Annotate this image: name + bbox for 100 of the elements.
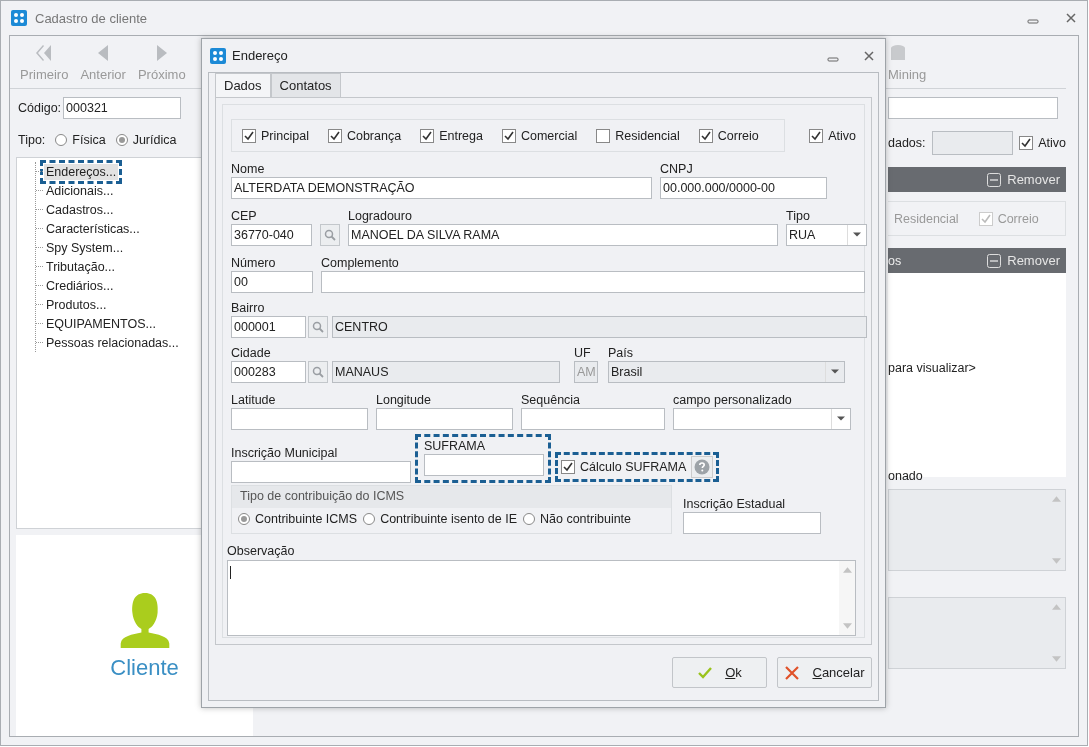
tree-item[interactable]: Adicionais... [44, 182, 116, 199]
search-button[interactable] [320, 224, 340, 246]
help-button[interactable] [691, 456, 714, 478]
street-field[interactable]: MANOEL DA SILVA RAMA [348, 224, 778, 246]
checkbox-label[interactable]: Cobrança [346, 128, 402, 143]
checkbox[interactable] [420, 128, 435, 143]
scroll-up-icon[interactable] [1052, 496, 1061, 502]
number-field[interactable]: 00 [231, 271, 313, 293]
text-area[interactable] [888, 597, 1066, 669]
checkbox-label[interactable]: Comercial [520, 128, 578, 143]
dados-field[interactable] [931, 131, 1014, 155]
cnpj-field[interactable]: 00.000.000/0000-00 [660, 177, 827, 199]
close-icon[interactable] [863, 49, 875, 62]
search-icon [312, 321, 324, 333]
code-label: Código: [18, 101, 62, 115]
municipal-registration-field[interactable] [231, 461, 411, 483]
tree-item[interactable]: Tributação... [44, 258, 117, 275]
cross-icon [784, 664, 801, 681]
field-label: Complemento [321, 256, 400, 270]
checkbox[interactable] [978, 211, 993, 226]
state-field: AM [574, 361, 598, 383]
radio-label[interactable]: Não contribuinte [540, 512, 632, 526]
checkbox-label[interactable]: Residencial [615, 128, 680, 143]
scroll-up-icon[interactable] [842, 567, 852, 573]
checkbox-label[interactable]: Ativo [828, 128, 856, 143]
type-dropdown[interactable]: RUA [786, 224, 867, 246]
ok-button[interactable]: Ok [672, 657, 767, 688]
checkbox[interactable] [698, 128, 713, 143]
dados-label: dados: [888, 136, 926, 150]
radio-label[interactable]: Contribuinte isento de IE [380, 512, 517, 526]
checkbox[interactable] [242, 128, 256, 143]
name-field[interactable]: ALTERDATA DEMONSTRAÇÃO [231, 177, 652, 199]
search-button[interactable] [308, 316, 328, 338]
longitude-field[interactable] [376, 408, 513, 430]
radio-button[interactable] [238, 513, 250, 525]
text-field[interactable] [888, 97, 1058, 119]
radio-button[interactable] [363, 513, 376, 525]
state-registration-field[interactable] [683, 512, 821, 534]
tree-item[interactable]: Crediários... [44, 277, 116, 294]
checkbox[interactable] [327, 128, 342, 143]
radio-button[interactable] [115, 134, 128, 146]
scroll-down-icon[interactable] [1052, 656, 1061, 662]
sequence-field[interactable] [521, 408, 665, 430]
scroll-up-icon[interactable] [1052, 604, 1061, 610]
suframa-field[interactable] [424, 454, 544, 476]
field-label: campo personalizado [673, 393, 793, 407]
scroll-down-icon[interactable] [842, 623, 852, 629]
field-label: Número [231, 256, 277, 270]
checkbox-label[interactable]: Cálculo SUFRAMA [580, 460, 687, 474]
country-dropdown[interactable]: Brasil [608, 361, 845, 383]
tree-item[interactable]: EQUIPAMENTOS... [44, 315, 158, 332]
remove-button[interactable]: Remover [981, 253, 1066, 268]
dialog-title: Endereço [232, 48, 288, 63]
checkbox[interactable] [1019, 136, 1034, 150]
tree-item[interactable]: Produtos... [44, 296, 109, 313]
radio-label[interactable]: Física [72, 133, 106, 147]
latitude-field[interactable] [231, 408, 368, 430]
custom-dropdown[interactable] [673, 408, 851, 430]
checkbox-label[interactable]: Correio [717, 128, 759, 143]
tree-item[interactable]: Características... [44, 220, 142, 237]
code-field[interactable]: 000321 [63, 97, 182, 119]
remove-button[interactable]: Remover [981, 172, 1066, 187]
checkbox[interactable] [809, 128, 824, 143]
radio-button[interactable] [523, 513, 535, 525]
radio-label[interactable]: Jurídica [132, 133, 177, 147]
field-label: Logradouro [348, 209, 413, 223]
complement-field[interactable] [321, 271, 865, 293]
tab[interactable]: Dados [215, 73, 271, 97]
field-label: Bairro [231, 301, 266, 315]
checkbox-label[interactable]: Principal [261, 128, 309, 143]
field-label: Nome [231, 162, 266, 176]
app-logo-icon [210, 47, 226, 64]
tree-item[interactable]: Spy System... [44, 239, 126, 256]
scroll-down-icon[interactable] [1052, 558, 1061, 564]
checkbox[interactable] [561, 460, 575, 474]
checkbox-label[interactable]: Entrega [439, 128, 483, 143]
cep-field[interactable]: 36770-040 [231, 224, 312, 246]
section-title: os [888, 253, 902, 268]
text-area[interactable] [888, 489, 1066, 571]
field-label: Tipo [786, 209, 811, 223]
district-code-field[interactable]: 000001 [231, 316, 306, 338]
cancel-button[interactable]: Cancelar [777, 657, 872, 688]
field-label: onado [888, 469, 924, 485]
checkbox-label[interactable]: Ativo [1038, 136, 1066, 150]
search-button[interactable] [308, 361, 328, 383]
checkbox[interactable] [596, 128, 611, 143]
radio-button[interactable] [55, 134, 68, 146]
city-code-field[interactable]: 000283 [231, 361, 306, 383]
tree-item[interactable]: Cadastros... [44, 201, 116, 218]
city-name-field: MANAUS [332, 361, 560, 383]
tab[interactable]: Contatos [270, 73, 341, 97]
tree-item[interactable]: Pessoas relacionadas... [44, 334, 181, 351]
close-icon[interactable] [1065, 12, 1077, 24]
group-title: Tipo de contribuição do ICMS [232, 486, 671, 508]
minus-square-icon [987, 172, 1002, 187]
checkbox[interactable] [501, 128, 516, 143]
radio-label[interactable]: Contribuinte ICMS [255, 512, 358, 526]
list-hint: para visualizar> [888, 361, 977, 375]
notes-area[interactable] [227, 560, 856, 636]
field-label: Inscrição Estadual [683, 497, 787, 511]
